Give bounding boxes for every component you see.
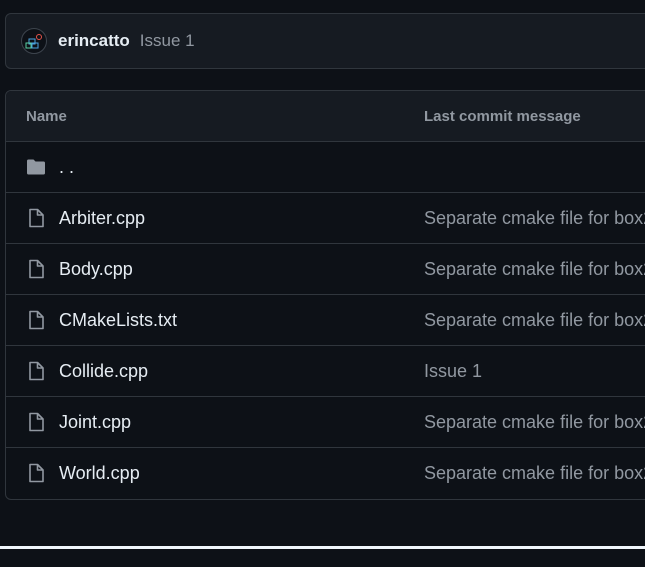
latest-commit-bar: erincatto Issue 1 xyxy=(5,13,645,69)
file-icon xyxy=(26,463,46,483)
file-commit-message[interactable]: Separate cmake file for box2 xyxy=(424,310,645,331)
table-row[interactable]: Collide.cpp Issue 1 xyxy=(6,346,645,397)
file-name[interactable]: World.cpp xyxy=(59,463,140,484)
file-name[interactable]: Joint.cpp xyxy=(59,412,131,433)
table-row[interactable]: Joint.cpp Separate cmake file for box2 xyxy=(6,397,645,448)
file-commit-message[interactable]: Separate cmake file for box2 xyxy=(424,259,645,280)
file-commit-message[interactable]: Separate cmake file for box2 xyxy=(424,463,645,484)
file-table: Name Last commit message . . Arbiter.cpp… xyxy=(5,90,645,500)
commit-message[interactable]: Issue 1 xyxy=(140,31,195,51)
file-icon xyxy=(26,412,46,432)
file-name[interactable]: CMakeLists.txt xyxy=(59,310,177,331)
parent-directory-row[interactable]: . . xyxy=(6,142,645,193)
divider xyxy=(0,546,645,549)
table-row[interactable]: World.cpp Separate cmake file for box2 xyxy=(6,448,645,499)
table-row[interactable]: Arbiter.cpp Separate cmake file for box2 xyxy=(6,193,645,244)
file-name[interactable]: Collide.cpp xyxy=(59,361,148,382)
file-icon xyxy=(26,259,46,279)
parent-directory-link[interactable]: . . xyxy=(59,157,74,178)
table-header: Name Last commit message xyxy=(6,91,645,142)
file-commit-message[interactable]: Issue 1 xyxy=(424,361,482,382)
file-name[interactable]: Body.cpp xyxy=(59,259,133,280)
name-column-header: Name xyxy=(26,108,67,125)
file-icon xyxy=(26,310,46,330)
file-commit-message[interactable]: Separate cmake file for box2 xyxy=(424,412,645,433)
message-column-header: Last commit message xyxy=(424,108,581,125)
file-name[interactable]: Arbiter.cpp xyxy=(59,208,145,229)
folder-icon xyxy=(26,157,46,177)
table-row[interactable]: CMakeLists.txt Separate cmake file for b… xyxy=(6,295,645,346)
file-icon xyxy=(26,208,46,228)
file-icon xyxy=(26,361,46,381)
commit-author[interactable]: erincatto xyxy=(58,31,130,51)
author-avatar[interactable] xyxy=(21,28,47,54)
file-commit-message[interactable]: Separate cmake file for box2 xyxy=(424,208,645,229)
table-row[interactable]: Body.cpp Separate cmake file for box2 xyxy=(6,244,645,295)
